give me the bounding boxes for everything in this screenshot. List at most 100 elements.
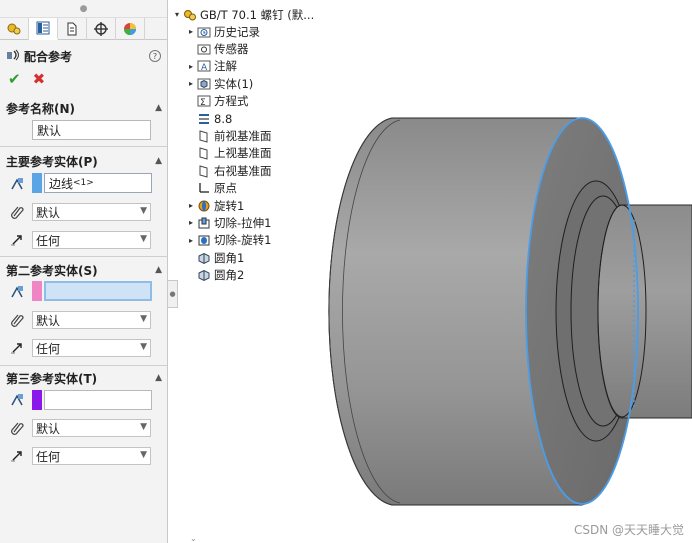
tree-item[interactable]: Σ 方程式 <box>186 93 249 110</box>
collapse-caret-icon[interactable]: ▲ <box>155 156 162 166</box>
primary-alignment-select[interactable]: 任何 ▼ <box>32 231 151 249</box>
tree-item-label: 切除-拉伸1 <box>214 215 272 230</box>
tree-item-label: 实体(1) <box>214 76 254 91</box>
chevron-down-icon: ▼ <box>140 342 147 352</box>
manager-tabs <box>0 18 167 40</box>
tree-expand-icon[interactable]: ▸ <box>186 27 196 36</box>
tree-item[interactable]: 8.8 <box>186 110 232 127</box>
tree-item[interactable]: 传感器 <box>186 40 249 57</box>
primary-reference-header[interactable]: 主要参考实体(P) ▲ <box>0 151 168 171</box>
tree-expand-icon[interactable]: ▸ <box>186 79 196 88</box>
chevron-down-icon: ▼ <box>140 314 147 324</box>
history-folder-icon <box>196 24 212 40</box>
primary-color-swatch <box>32 173 42 193</box>
divider <box>0 365 168 366</box>
secondary-alignment-value: 任何 <box>36 341 61 356</box>
origin-icon <box>196 180 212 196</box>
tree-item-label: 原点 <box>214 181 237 196</box>
mate-reference-icon <box>6 48 20 65</box>
primary-reference-title: 主要参考实体(P) <box>6 154 98 169</box>
tertiary-type-value: 默认 <box>36 421 61 436</box>
svg-text:A: A <box>201 63 208 73</box>
tree-item[interactable]: ▸ 切除-拉伸1 <box>186 214 271 231</box>
cut-revolve-icon <box>196 232 212 248</box>
primary-entity-input[interactable]: 边线 <1> <box>44 173 152 193</box>
secondary-type-row <box>6 309 28 331</box>
tertiary-alignment-value: 任何 <box>36 449 61 464</box>
panel-gripper[interactable]: ● <box>0 0 167 18</box>
material-icon <box>196 111 212 127</box>
tree-item-label: 旋转1 <box>214 198 245 213</box>
alignment-arrow-icon <box>6 446 28 466</box>
display-manager-icon[interactable] <box>116 18 145 40</box>
cut-extrude-icon <box>196 215 212 231</box>
primary-type-select[interactable]: 默认 ▼ <box>32 203 151 221</box>
feature-manager-icon[interactable] <box>0 18 29 40</box>
tree-expand-icon[interactable]: ▸ <box>186 218 196 227</box>
reference-entity-icon <box>6 174 28 194</box>
watermark: CSDN @天天睡大觉 <box>573 523 684 537</box>
tree-item[interactable]: ▸ A 注解 <box>186 58 237 75</box>
equations-icon: Σ <box>196 93 212 109</box>
property-title: 配合参考 <box>24 49 73 64</box>
tertiary-alignment-select[interactable]: 任何 ▼ <box>32 447 151 465</box>
primary-reference-group: 主要参考实体(P) ▲ <box>0 151 168 171</box>
tree-item[interactable]: 圆角1 <box>186 249 244 266</box>
tree-item-label: 注解 <box>214 59 237 74</box>
dimxpert-icon[interactable] <box>87 18 116 40</box>
secondary-type-select[interactable]: 默认 ▼ <box>32 311 151 329</box>
secondary-reference-header[interactable]: 第二参考实体(S) ▲ <box>0 260 168 280</box>
secondary-color-swatch <box>32 281 42 301</box>
help-icon[interactable]: ? <box>149 50 161 62</box>
reference-name-group: 参考名称(N) ▲ <box>0 98 168 118</box>
ok-button[interactable]: ✔ <box>8 70 21 88</box>
tree-root-part[interactable]: ▾ GB/T 70.1 螺钉 (默... <box>172 6 314 23</box>
tree-item[interactable]: ▸ 切除-旋转1 <box>186 232 271 249</box>
tree-expand-icon[interactable]: ▸ <box>186 62 196 71</box>
cancel-button[interactable]: ✖ <box>33 70 46 88</box>
reference-name-input[interactable]: 默认 <box>32 120 151 140</box>
tertiary-type-select[interactable]: 默认 ▼ <box>32 419 151 437</box>
tertiary-type-row <box>6 417 28 439</box>
primary-type-row <box>6 201 28 223</box>
tree-expand-icon[interactable]: ▸ <box>186 236 196 245</box>
primary-alignment-row <box>6 229 28 251</box>
secondary-entity-input[interactable] <box>44 281 152 301</box>
tree-item[interactable]: ▸ 实体(1) <box>186 75 253 92</box>
shaft-cylinder[interactable] <box>597 204 692 419</box>
tree-item-label: 上视基准面 <box>214 146 272 161</box>
tertiary-entity-input[interactable] <box>44 390 152 410</box>
plane-icon <box>196 163 212 179</box>
tree-item[interactable]: 圆角2 <box>186 267 244 284</box>
paperclip-icon <box>6 202 28 222</box>
tree-root-label: GB/T 70.1 螺钉 (默... <box>200 7 315 22</box>
tree-item[interactable]: 原点 <box>186 180 237 197</box>
reference-name-header[interactable]: 参考名称(N) ▲ <box>0 98 168 118</box>
tree-item-label: 方程式 <box>214 94 249 109</box>
tree-item[interactable]: ▸ 旋转1 <box>186 197 244 214</box>
tree-item[interactable]: ▸ 历史记录 <box>186 23 260 40</box>
tree-item-label: 8.8 <box>214 111 233 126</box>
tree-item-label: 传感器 <box>214 41 249 56</box>
tree-item[interactable]: 右视基准面 <box>186 162 272 179</box>
tertiary-color-swatch <box>32 390 42 410</box>
tertiary-alignment-row <box>6 445 28 467</box>
collapse-caret-icon[interactable]: ▲ <box>155 373 162 383</box>
collapse-caret-icon[interactable]: ▲ <box>155 265 162 275</box>
configuration-manager-icon[interactable] <box>58 18 87 40</box>
primary-entity-suffix: <1> <box>73 178 94 188</box>
collapse-caret-icon[interactable]: ▲ <box>155 103 162 113</box>
tertiary-reference-header[interactable]: 第三参考实体(T) ▲ <box>0 368 168 388</box>
tree-item[interactable]: 上视基准面 <box>186 145 272 162</box>
secondary-alignment-row <box>6 337 28 359</box>
alignment-arrow-icon <box>6 338 28 358</box>
tree-expand-icon[interactable]: ▸ <box>186 201 196 210</box>
plane-icon <box>196 128 212 144</box>
secondary-alignment-select[interactable]: 任何 ▼ <box>32 339 151 357</box>
tree-collapse-icon[interactable]: ▾ <box>172 10 182 19</box>
tertiary-reference-group: 第三参考实体(T) ▲ <box>0 368 168 388</box>
primary-type-value: 默认 <box>36 205 61 220</box>
tree-item[interactable]: 前视基准面 <box>186 127 272 144</box>
property-manager-icon[interactable] <box>29 18 58 40</box>
plane-icon <box>196 145 212 161</box>
